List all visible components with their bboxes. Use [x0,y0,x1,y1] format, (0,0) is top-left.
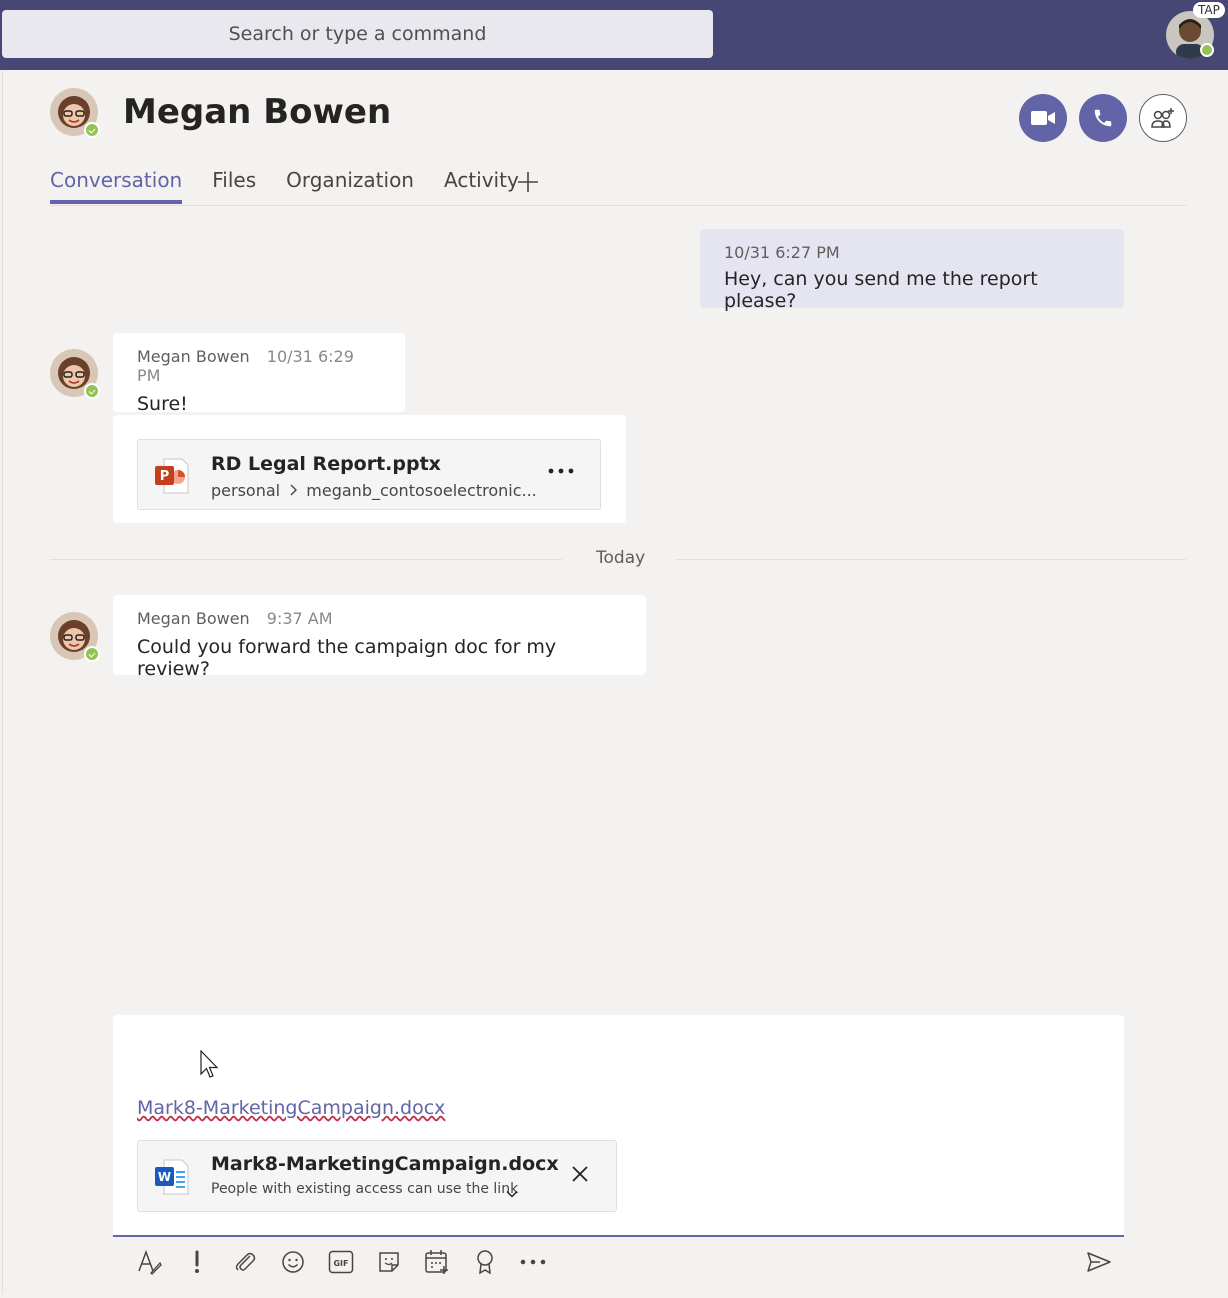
compose-toolbar: GIF [113,1244,1124,1280]
attachment-card[interactable]: W Mark8-MarketingCampaign.docx People wi… [137,1140,617,1212]
message-timestamp: 9:37 AM [266,609,333,628]
day-divider-left [50,559,562,560]
schedule-meeting-icon[interactable] [423,1248,451,1276]
powerpoint-file-icon: P [154,457,190,499]
attach-paperclip-icon[interactable] [231,1248,259,1276]
presence-available-icon [84,122,100,138]
search-box[interactable] [2,10,713,58]
gif-icon[interactable]: GIF [327,1248,355,1276]
praise-badge-icon[interactable] [471,1248,499,1276]
tenant-badge: TAP [1193,2,1225,18]
svg-text:P: P [160,469,170,484]
file-path-rest: meganb_contosoelectronic... [306,481,537,500]
presence-available-icon [84,646,100,662]
chevron-down-icon[interactable] [506,1183,518,1202]
message-timestamp: 10/31 6:27 PM [724,243,840,262]
tab-strip: Conversation Files Organization Activity [50,168,519,204]
sticker-icon[interactable] [375,1248,403,1276]
message-bubble: Megan Bowen 10/31 6:29 PM Sure! [113,333,405,415]
word-file-icon: W [154,1158,190,1200]
add-tab-plus-icon[interactable] [516,170,540,196]
message-meta: Megan Bowen 10/31 6:29 PM [137,347,381,385]
attachment-name: Mark8-MarketingCampaign.docx [211,1153,559,1175]
my-presence-indicator [1200,43,1214,57]
add-people-button[interactable] [1139,94,1187,142]
tab-organization[interactable]: Organization [286,168,414,204]
svg-text:GIF: GIF [333,1259,348,1268]
tab-files[interactable]: Files [212,168,256,204]
emoji-icon[interactable] [279,1248,307,1276]
sender-avatar[interactable] [50,349,100,399]
more-options-icon[interactable] [519,1248,547,1276]
tab-activity[interactable]: Activity [444,168,519,204]
message-author: Megan Bowen [137,609,250,628]
search-input[interactable] [2,10,713,58]
mouse-cursor-icon [200,1049,220,1084]
message-author: Megan Bowen [137,347,250,366]
message-text: Sure! [137,393,188,415]
phone-icon [1094,109,1112,127]
presence-available-icon [84,383,100,399]
file-name: RD Legal Report.pptx [211,453,441,475]
tab-conversation[interactable]: Conversation [50,168,183,204]
top-bar: TAP [0,0,1228,70]
contact-name: Megan Bowen [123,92,392,132]
message-text: Could you forward the campaign doc for m… [137,636,557,680]
svg-text:W: W [158,1170,171,1184]
message-meta: Megan Bowen 9:37 AM [137,609,622,628]
contact-avatar[interactable] [50,88,100,138]
file-path: personal meganb_contosoelectronic... [211,481,537,500]
tabs-divider [50,205,1186,206]
message-text: Hey, can you send me the report please? [724,268,1038,312]
send-icon[interactable] [1085,1248,1113,1276]
file-card[interactable]: P RD Legal Report.pptx personal meganb_c… [137,439,601,510]
sender-avatar[interactable] [50,612,100,662]
remove-attachment-close-icon[interactable] [570,1164,590,1184]
message-bubble: Megan Bowen 9:37 AM Could you forward th… [113,595,646,680]
day-divider-right [676,559,1186,560]
more-options-icon[interactable] [548,456,574,481]
video-camera-icon [1031,111,1055,125]
file-path-root: personal [211,481,281,500]
file-message: P RD Legal Report.pptx personal meganb_c… [113,415,626,523]
audio-call-button[interactable] [1079,94,1127,142]
day-divider-label: Today [596,548,646,568]
my-message: 10/31 6:27 PM Hey, can you send me the r… [700,229,1124,312]
add-people-icon [1151,108,1174,128]
important-exclamation-icon[interactable] [183,1248,211,1276]
attachment-permission[interactable]: People with existing access can use the … [211,1181,518,1197]
format-icon[interactable] [135,1248,163,1276]
compose-box[interactable]: Mark8-MarketingCampaign.docx W Mark8-Mar… [113,1015,1124,1237]
compose-file-link[interactable]: Mark8-MarketingCampaign.docx [137,1097,445,1119]
video-call-button[interactable] [1019,94,1067,142]
chevron-right-icon [289,481,302,500]
